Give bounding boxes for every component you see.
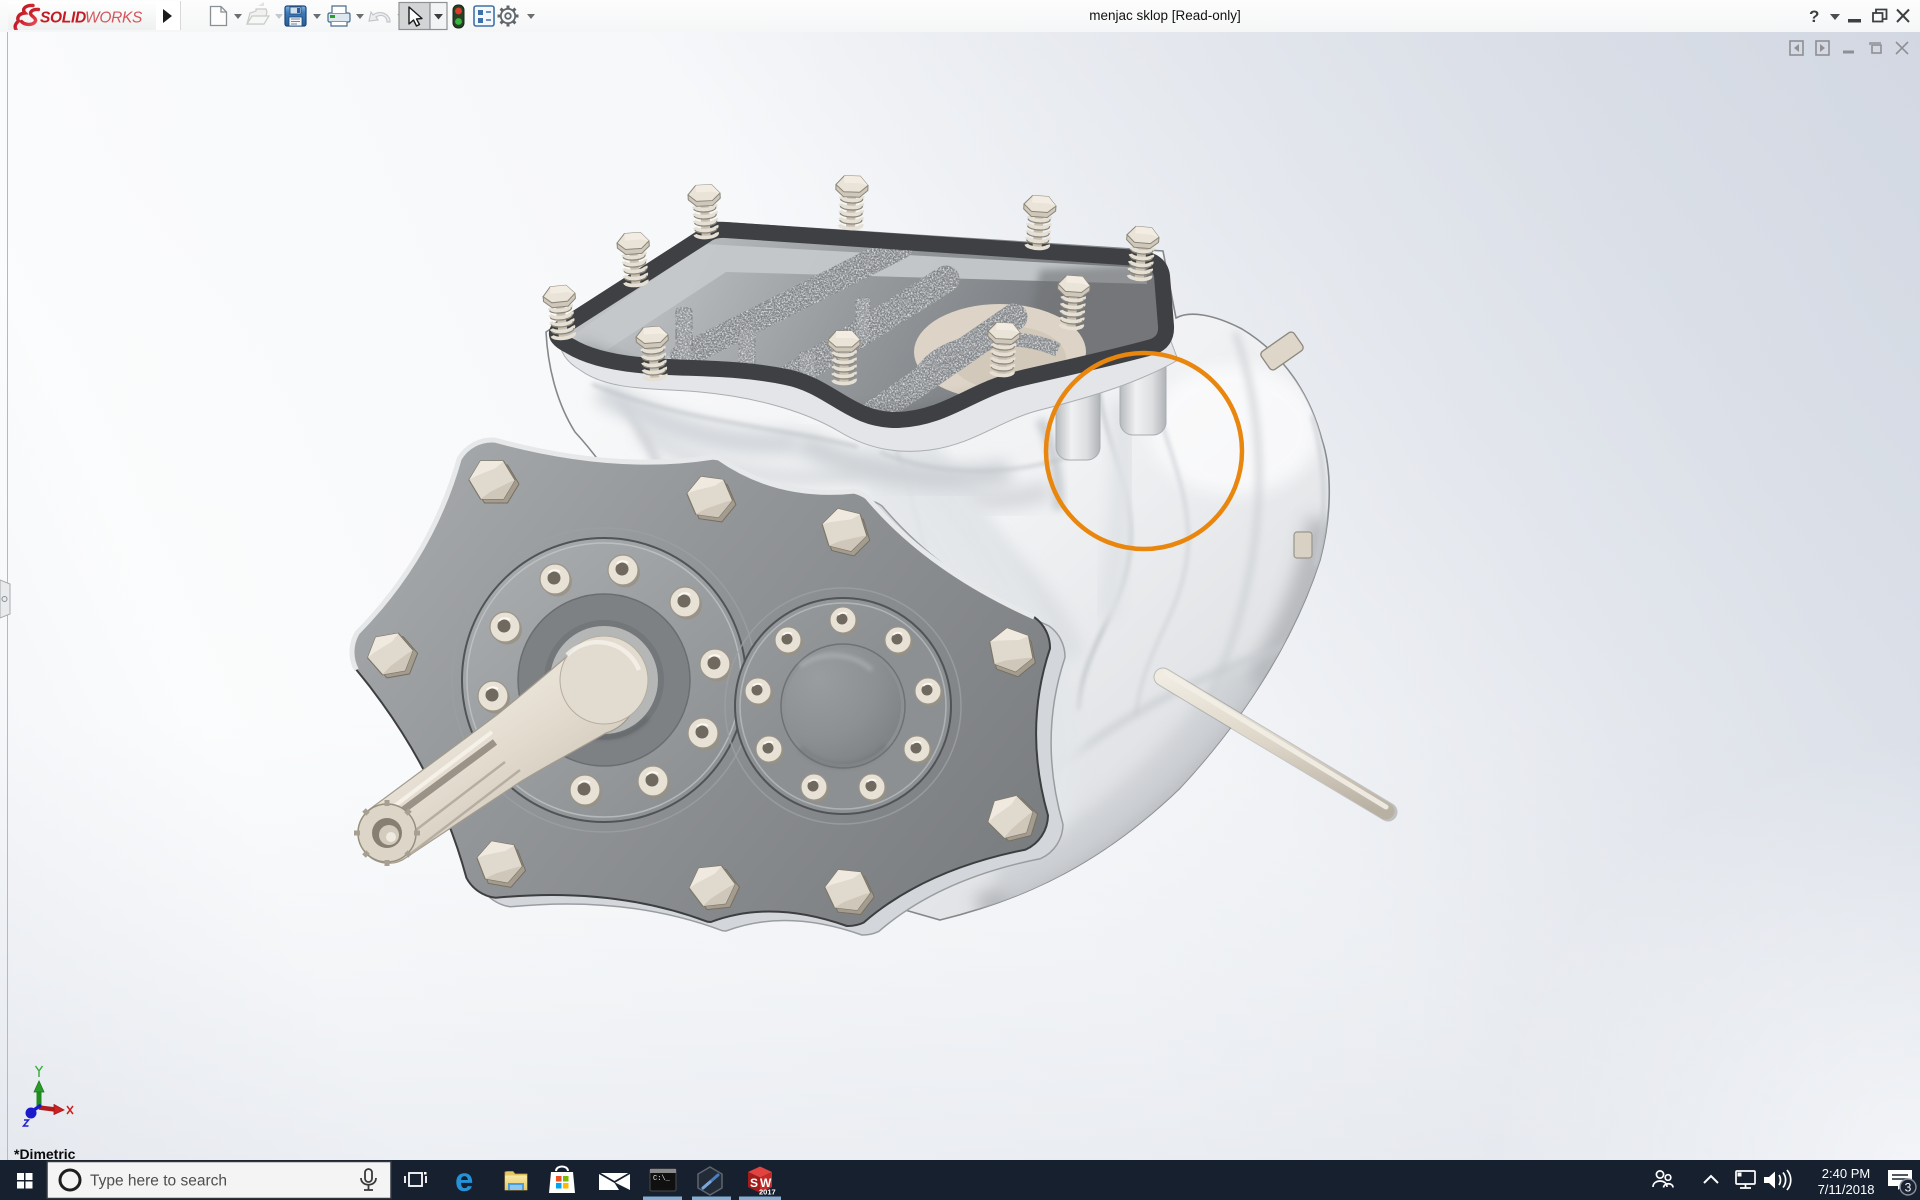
svg-text:2017: 2017 xyxy=(759,1188,776,1197)
svg-text:3: 3 xyxy=(1905,1181,1912,1195)
svg-text:S: S xyxy=(750,1176,758,1190)
svg-text:?: ? xyxy=(1809,7,1819,26)
svg-text:7/11/2018: 7/11/2018 xyxy=(1818,1182,1875,1197)
svg-text:2:40 PM: 2:40 PM xyxy=(1822,1166,1870,1181)
svg-text:C:\_: C:\_ xyxy=(653,1175,671,1183)
svg-text:e: e xyxy=(455,1161,473,1198)
svg-text:Type here to search: Type here to search xyxy=(90,1173,227,1190)
svg-text:*Dimetric: *Dimetric xyxy=(14,1146,76,1160)
